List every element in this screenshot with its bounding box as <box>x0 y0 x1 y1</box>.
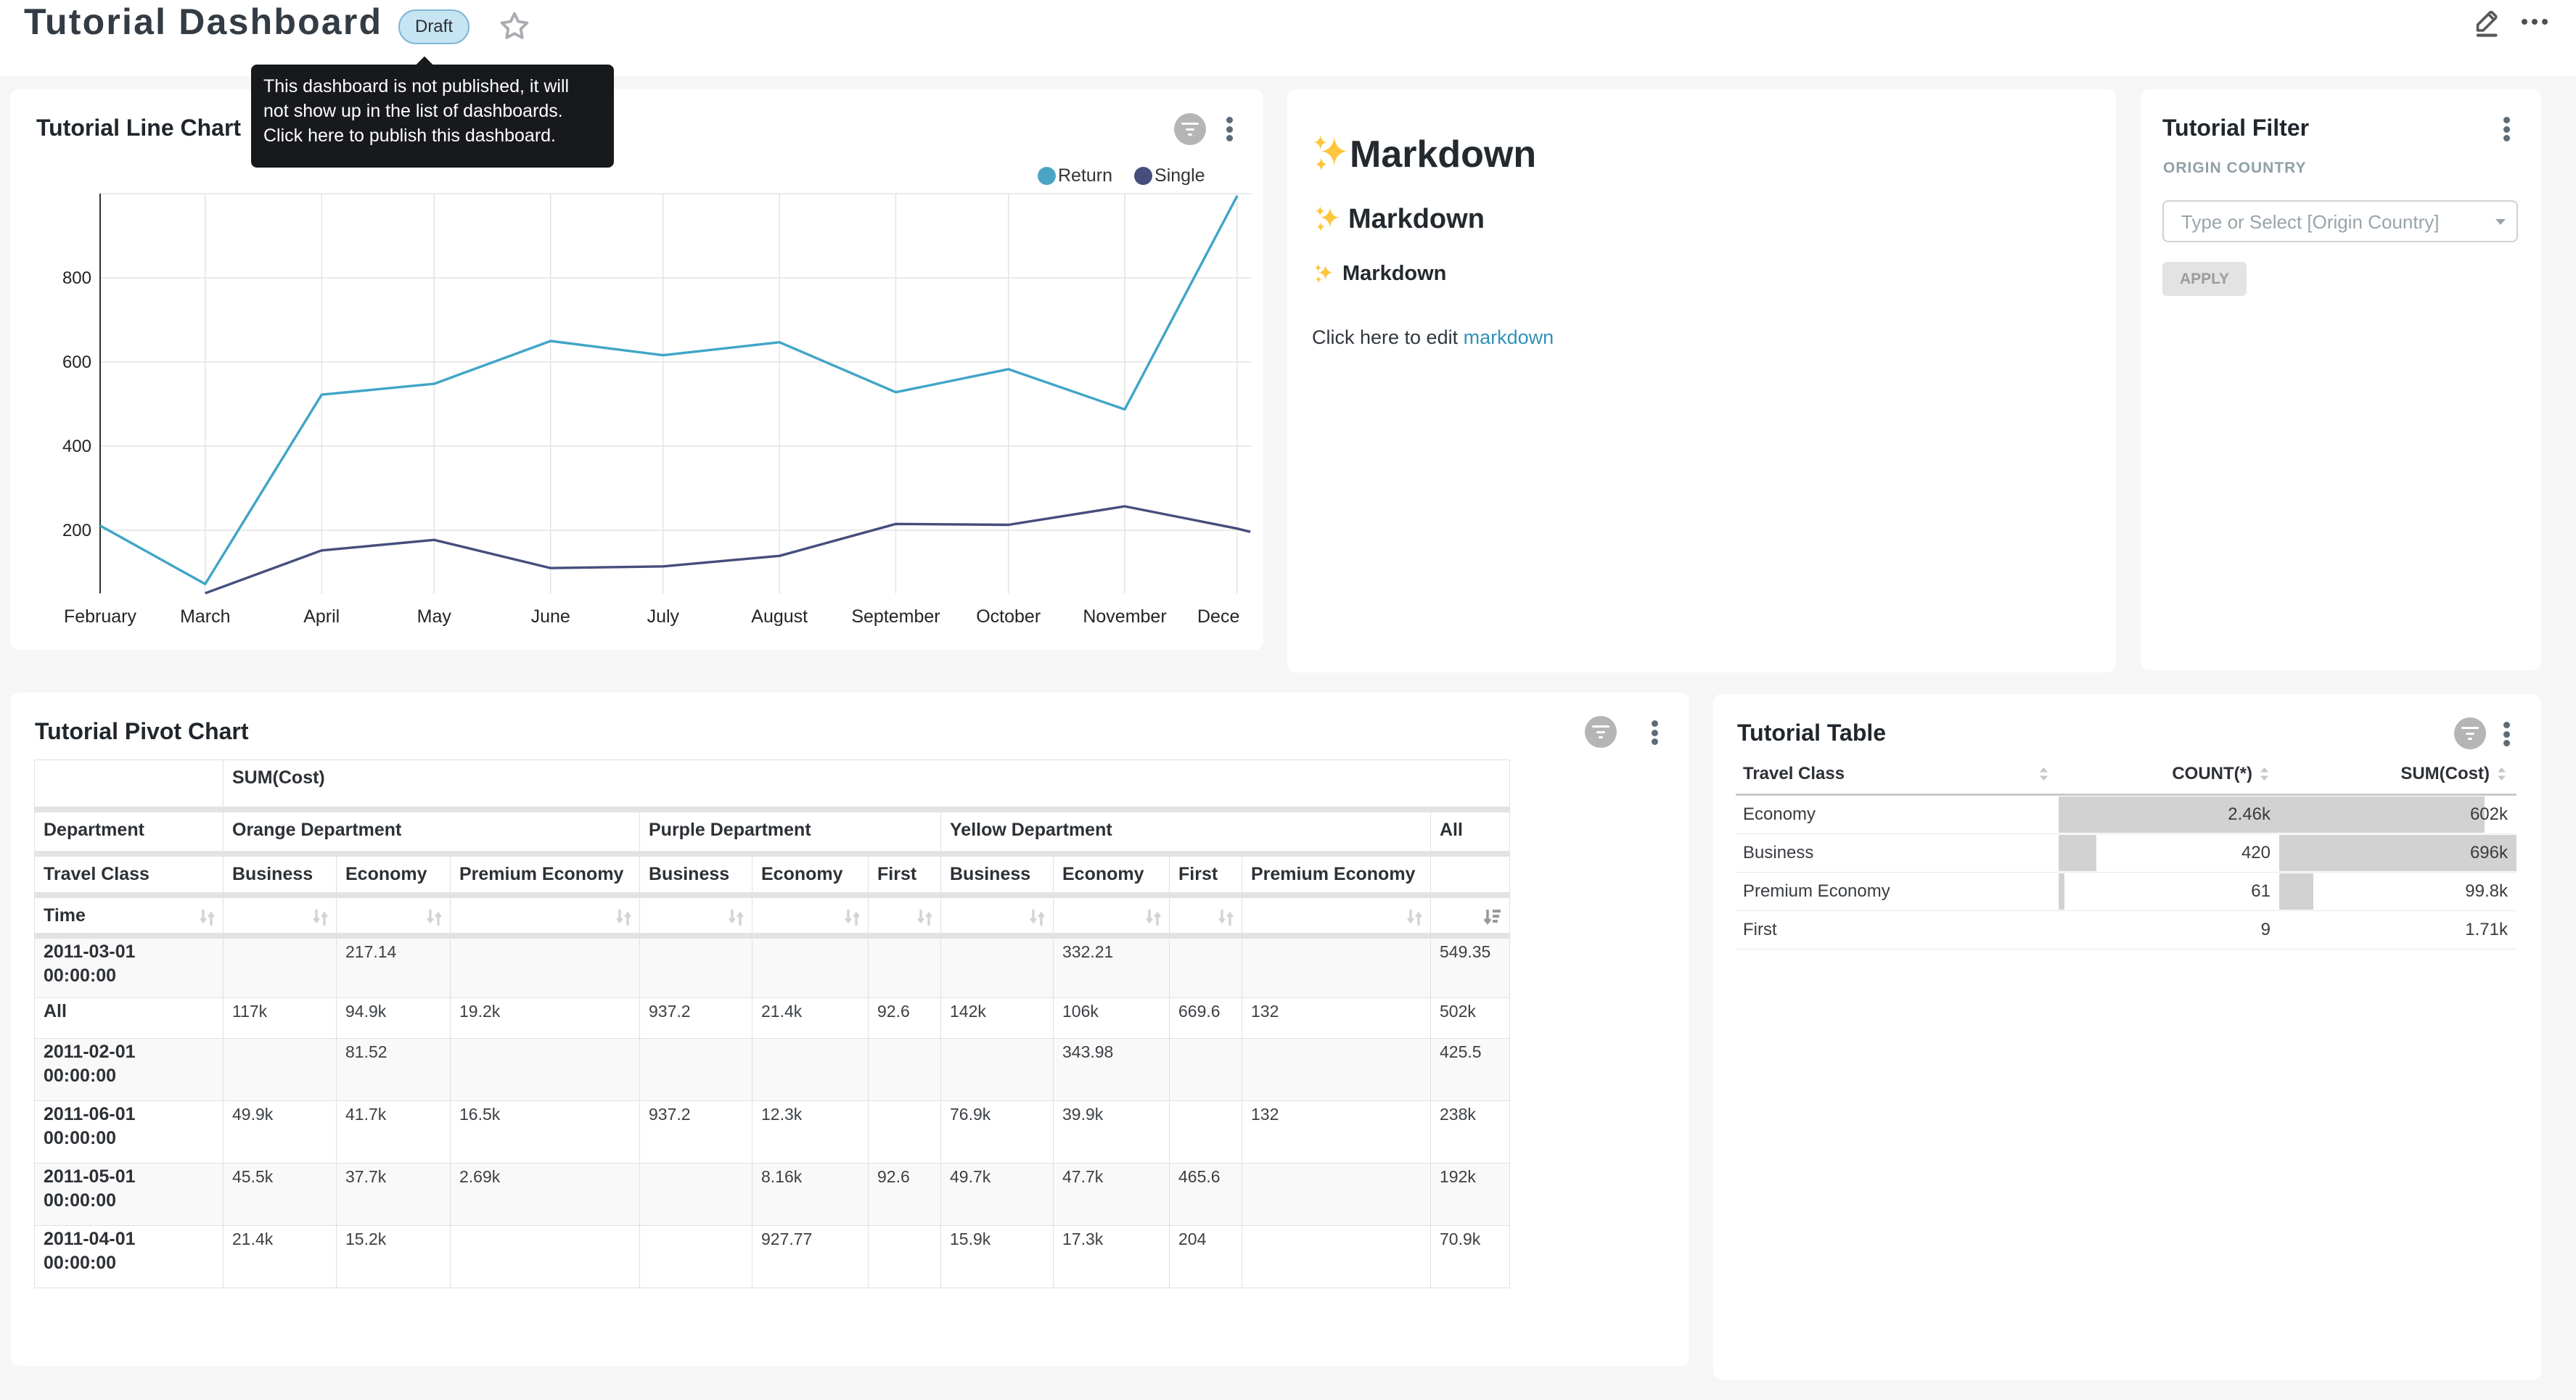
svg-text:September: September <box>851 606 940 627</box>
svg-text:April: April <box>303 606 340 627</box>
svg-text:February: February <box>64 606 137 627</box>
svg-text:May: May <box>417 606 452 627</box>
svg-text:400: 400 <box>62 437 91 456</box>
svg-text:800: 800 <box>62 268 91 288</box>
svg-text:600: 600 <box>62 353 91 372</box>
svg-text:November: November <box>1083 606 1166 627</box>
svg-text:October: October <box>976 606 1041 627</box>
svg-text:March: March <box>180 606 230 627</box>
svg-text:July: July <box>647 606 680 627</box>
svg-text:August: August <box>751 606 808 627</box>
svg-text:June: June <box>531 606 570 627</box>
svg-text:Dece: Dece <box>1197 606 1239 627</box>
svg-text:200: 200 <box>62 521 91 540</box>
